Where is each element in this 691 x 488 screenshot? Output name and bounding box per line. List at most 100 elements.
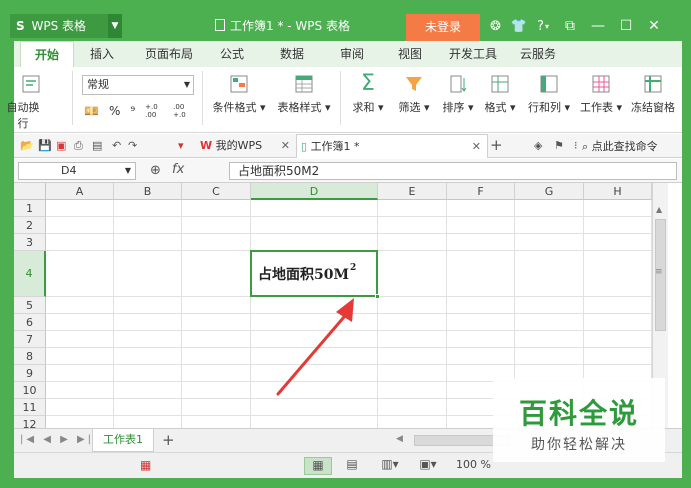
row-header-7[interactable]: 7 <box>14 331 46 348</box>
column-header-b[interactable]: B <box>114 183 182 200</box>
tab-insert[interactable]: 插入 <box>80 41 124 67</box>
formula-input[interactable]: 占地面积50M2 <box>229 162 677 180</box>
rows-columns-button[interactable]: 行和列 ▾ <box>524 73 574 115</box>
page-break-view-button[interactable]: ▤ <box>338 457 366 475</box>
print-preview-icon[interactable]: ▤ <box>92 139 102 152</box>
help-icon[interactable]: ? <box>537 19 544 34</box>
redo-icon[interactable]: ↷ <box>128 139 137 152</box>
scroll-left-icon[interactable]: ◀ <box>396 434 403 444</box>
freeze-panes-label: 冻结窗格 <box>631 101 675 114</box>
add-sheet-button[interactable]: + <box>162 431 175 449</box>
row-header-4[interactable]: 4 <box>14 251 46 297</box>
number-format-select[interactable]: 常规 ▼ <box>82 75 194 95</box>
active-cell-text: 占地面积50M <box>258 266 349 283</box>
new-tab-button[interactable]: + <box>490 136 503 154</box>
sheet-nav-arrows[interactable]: |◀ ◀ ▶ ▶| <box>20 434 94 445</box>
column-header-h[interactable]: H <box>584 183 652 200</box>
tab-developer[interactable]: 开发工具 <box>446 41 500 67</box>
name-box[interactable]: D4 ▼ <box>18 162 136 180</box>
minimize-icon[interactable]: — <box>584 18 612 34</box>
tab-view[interactable]: 视图 <box>392 41 428 67</box>
login-button[interactable]: 未登录 <box>406 14 480 41</box>
freeze-panes-button[interactable]: 冻结窗格 <box>628 73 678 115</box>
fill-handle[interactable] <box>375 294 380 299</box>
shirt-icon[interactable]: 👕 <box>511 19 527 34</box>
row-header-5[interactable]: 5 <box>14 297 46 314</box>
tab-home[interactable]: 开始 <box>20 41 74 67</box>
wrap-text-button[interactable]: 自动换行 <box>7 73 48 131</box>
format-button[interactable]: 格式 ▾ <box>480 73 520 115</box>
undo-icon[interactable]: ↶ <box>112 139 121 152</box>
active-cell[interactable]: 占地面积50M 2 <box>250 250 378 297</box>
chevron-down-icon[interactable]: ▼ <box>108 14 122 38</box>
pdf-export-icon[interactable]: ▣ <box>56 139 66 152</box>
column-header-a[interactable]: A <box>46 183 114 200</box>
close-icon[interactable]: ✕ <box>472 135 481 159</box>
chevron-down-icon: ▼ <box>183 80 190 89</box>
app-menu-button[interactable]: S WPS 表格 ▼ <box>10 14 122 38</box>
chevron-down-icon[interactable]: ▾ <box>545 22 549 31</box>
sheet-tab-1[interactable]: 工作表1 <box>92 429 154 452</box>
page-break-icon: ▤ <box>346 457 358 471</box>
sort-label: 排序 ▾ <box>442 101 474 114</box>
macro-record-icon[interactable]: ▦ <box>140 458 151 472</box>
column-header-d[interactable]: D <box>251 183 378 200</box>
scroll-up-icon[interactable]: ▲ <box>656 205 662 214</box>
tab-review[interactable]: 审阅 <box>334 41 370 67</box>
chevron-down-icon[interactable]: ▼ <box>125 163 131 179</box>
doc-tab-my-wps-label: 我的WPS <box>215 139 263 152</box>
close-icon[interactable]: ✕ <box>640 18 668 34</box>
cloud-icon[interactable]: ◈ <box>534 139 542 152</box>
tab-formulas[interactable]: 公式 <box>214 41 250 67</box>
row-header-1[interactable]: 1 <box>14 200 46 217</box>
row-header-2[interactable]: 2 <box>14 217 46 234</box>
row-header-8[interactable]: 8 <box>14 348 46 365</box>
customize-qa-icon[interactable]: ▾ <box>178 139 184 152</box>
increase-decimal-button[interactable]: +.0 .00 <box>145 103 163 119</box>
table-style-button[interactable]: 表格样式 ▾ <box>274 73 334 115</box>
filter-label: 筛选 ▾ <box>398 101 430 114</box>
quick-access-bar: 📂 💾 ▣ ⎙ ▤ ↶ ↷ ▾ W 我的WPS ✕ ▯ 工作簿1 * ✕ + ◈… <box>14 134 682 158</box>
conditional-format-button[interactable]: 条件格式 ▾ <box>210 73 268 115</box>
close-icon[interactable]: ✕ <box>281 134 290 158</box>
tab-page-layout[interactable]: 页面布局 <box>138 41 200 67</box>
window-title-text: 工作簿1 * - WPS 表格 <box>230 19 350 33</box>
row-header-11[interactable]: 11 <box>14 399 46 416</box>
sum-button[interactable]: Σ 求和 ▾ <box>348 73 388 115</box>
percent-button[interactable]: % <box>109 104 120 118</box>
column-header-e[interactable]: E <box>378 183 447 200</box>
print-icon[interactable]: ⎙ <box>74 139 83 153</box>
column-header-c[interactable]: C <box>182 183 251 200</box>
tab-data[interactable]: 数据 <box>274 41 310 67</box>
filter-button[interactable]: 筛选 ▾ <box>394 73 434 115</box>
open-folder-icon[interactable]: 📂 <box>20 139 34 152</box>
normal-view-button[interactable]: ▦ <box>304 457 332 475</box>
row-header-3[interactable]: 3 <box>14 234 46 251</box>
worksheet-button[interactable]: 工作表 ▾ <box>576 73 626 115</box>
skin-icon[interactable]: ❂ <box>490 19 501 34</box>
column-header-f[interactable]: F <box>447 183 515 200</box>
doc-tab-my-wps[interactable]: W 我的WPS ✕ <box>196 134 294 158</box>
zoom-search-icon[interactable]: ⊕ <box>150 163 161 178</box>
decrease-decimal-button[interactable]: .00 +.0 <box>173 103 191 119</box>
select-all-corner[interactable] <box>14 183 46 200</box>
maximize-icon[interactable]: ☐ <box>612 18 640 34</box>
save-icon[interactable]: 💾 <box>38 139 52 152</box>
sort-button[interactable]: 排序 ▾ <box>438 73 478 115</box>
command-search[interactable]: ⌕ 点此查找命令 <box>582 138 658 154</box>
function-icon[interactable]: fx <box>172 162 184 177</box>
more-icon[interactable]: ⁝ <box>574 139 578 152</box>
column-header-g[interactable]: G <box>515 183 584 200</box>
currency-icon[interactable]: 💴 <box>84 104 99 118</box>
comma-style-button[interactable]: ⁹ <box>130 104 135 118</box>
share-icon[interactable]: ⚑ <box>554 139 564 152</box>
reading-mode-button[interactable]: ▣▾ <box>414 457 442 475</box>
layout-view-button[interactable]: ▥▾ <box>376 457 404 475</box>
restore-layout-icon[interactable]: ⧉ <box>556 18 584 34</box>
row-header-10[interactable]: 10 <box>14 382 46 399</box>
doc-tab-workbook[interactable]: ▯ 工作簿1 * ✕ <box>296 134 488 158</box>
tab-cloud[interactable]: 云服务 <box>514 41 562 67</box>
row-header-9[interactable]: 9 <box>14 365 46 382</box>
row-header-6[interactable]: 6 <box>14 314 46 331</box>
row-header-12[interactable]: 12 <box>14 416 46 428</box>
